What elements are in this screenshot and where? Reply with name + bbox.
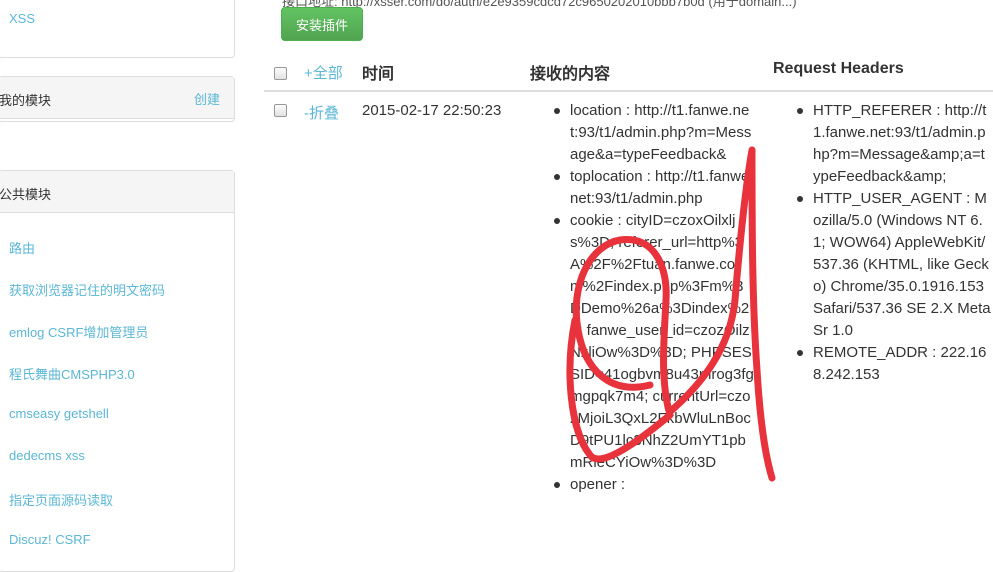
public-modules-panel: 公共模块 路由 获取浏览器记住的明文密码 emlog CSRF增加管理员 程氏舞…	[0, 170, 235, 572]
module-link-router[interactable]: 路由	[9, 238, 35, 257]
public-modules-title: 公共模块	[0, 187, 52, 202]
sidebar-top-panel: XSS	[0, 0, 235, 58]
received-content-list: location : http://t1.fanwe.net:93/t1/adm…	[554, 100, 754, 496]
module-link-emlog-csrf[interactable]: emlog CSRF增加管理员	[9, 322, 148, 341]
select-all-checkbox[interactable]	[274, 67, 287, 80]
install-plugin-button[interactable]: 安装插件	[281, 7, 363, 41]
row-time: 2015-02-17 22:50:23	[362, 102, 502, 119]
row-checkbox[interactable]	[274, 104, 287, 117]
public-modules-header: 公共模块	[0, 171, 234, 213]
my-modules-title: 我的模块	[0, 93, 52, 108]
table-header-row: +全部 时间 接收的内容 Request Headers	[264, 56, 993, 92]
sidebar-link-xss[interactable]: XSS	[9, 11, 35, 26]
column-header-request-headers: Request Headers	[773, 60, 904, 77]
column-header-time: 时间	[362, 66, 395, 83]
content-item-location: location : http://t1.fanwe.net:93/t1/adm…	[554, 100, 754, 166]
module-link-cmsphp[interactable]: 程氏舞曲CMSPHP3.0	[9, 364, 135, 383]
header-item-remote-addr: REMOTE_ADDR : 222.168.242.153	[797, 342, 991, 386]
module-link-browser-passwords[interactable]: 获取浏览器记住的明文密码	[9, 280, 165, 299]
module-link-dedecms-xss[interactable]: dedecms xss	[9, 448, 85, 463]
header-item-referer: HTTP_REFERER : http://t1.fanwe.net:93/t1…	[797, 100, 991, 188]
module-link-cmseasy-getshell[interactable]: cmseasy getshell	[9, 406, 109, 421]
expand-all-link[interactable]: +全部	[304, 62, 343, 83]
my-modules-panel: 我的模块 创建	[0, 76, 235, 122]
table-row: -折叠 2015-02-17 22:50:23 location : http:…	[264, 92, 993, 553]
my-modules-header: 我的模块 创建	[0, 77, 234, 119]
create-module-link[interactable]: 创建	[194, 89, 220, 108]
content-item-opener: opener :	[554, 474, 754, 496]
request-headers-list: HTTP_REFERER : http://t1.fanwe.net:93/t1…	[797, 100, 991, 386]
sidebar: XSS 我的模块 创建 公共模块 路由 获取浏览器记住的明文密码 emlog C…	[0, 0, 235, 572]
column-header-content: 接收的内容	[530, 66, 611, 83]
module-link-page-source[interactable]: 指定页面源码读取	[9, 490, 113, 509]
header-item-user-agent: HTTP_USER_AGENT : Mozilla/5.0 (Windows N…	[797, 188, 991, 342]
module-link-discuz-csrf[interactable]: Discuz! CSRF	[9, 532, 91, 547]
collapse-row-link[interactable]: -折叠	[304, 102, 339, 123]
content-item-toplocation: toplocation : http://t1.fanwe.net:93/t1/…	[554, 166, 754, 210]
content-item-cookie: cookie : cityID=czoxOilxljs%3D; referer_…	[554, 210, 754, 474]
